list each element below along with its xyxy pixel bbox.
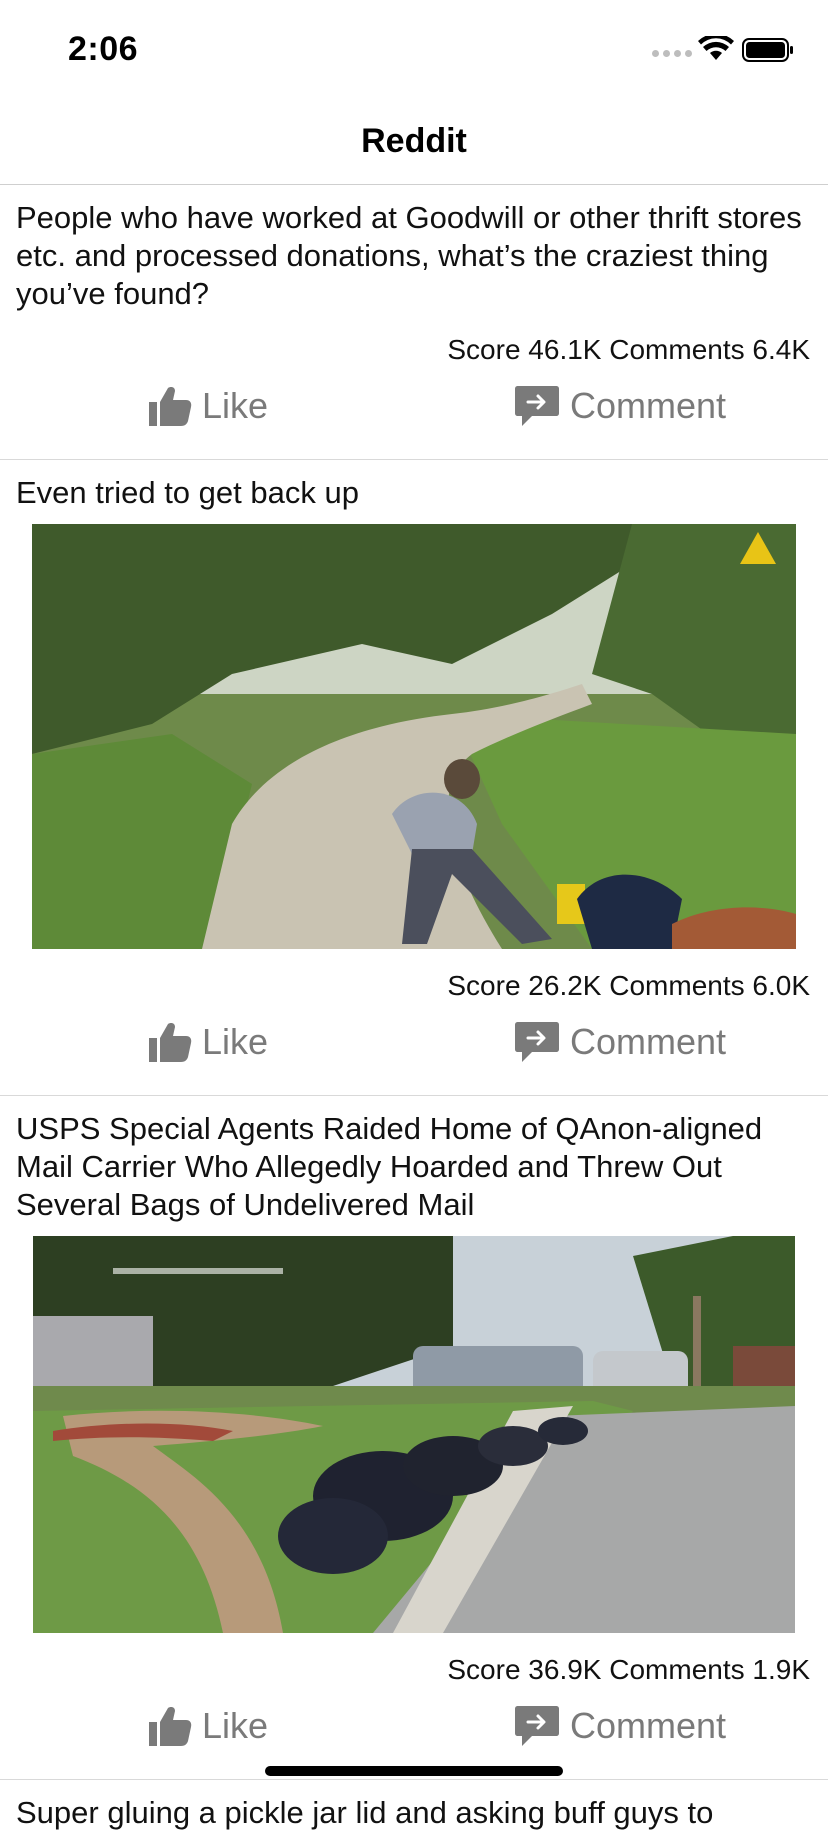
- comment-bubble-icon: [515, 1706, 559, 1746]
- thumbs-up-icon: [149, 387, 192, 426]
- like-button[interactable]: Like: [148, 1021, 268, 1063]
- status-time: 2:06: [68, 30, 139, 68]
- page-title: Reddit: [361, 122, 467, 160]
- post-title[interactable]: Even tried to get back up: [0, 460, 828, 512]
- post-title[interactable]: Super gluing a pickle jar lid and asking…: [0, 1780, 828, 1832]
- person-on-path-image: [32, 524, 796, 949]
- post-card[interactable]: People who have worked at Goodwill or ot…: [0, 185, 828, 460]
- thumbs-up-icon: [149, 1707, 192, 1746]
- like-label: Like: [202, 1021, 269, 1062]
- post-stats: Score 46.1K Comments 6.4K: [447, 334, 810, 365]
- comment-bubble-icon: [515, 1022, 559, 1062]
- like-label: Like: [202, 385, 269, 426]
- post-image[interactable]: [33, 1236, 795, 1633]
- comment-label: Comment: [570, 1705, 727, 1746]
- home-indicator[interactable]: [265, 1766, 563, 1776]
- navigation-bar: Reddit: [0, 100, 828, 185]
- thumbs-up-icon: [149, 1023, 192, 1062]
- post-card[interactable]: USPS Special Agents Raided Home of QAnon…: [0, 1096, 828, 1780]
- battery-icon: [742, 38, 793, 62]
- post-card[interactable]: Even tried to get back up Score 26.2K Co…: [0, 460, 828, 1096]
- comment-button[interactable]: Comment: [514, 1021, 726, 1063]
- post-image[interactable]: [32, 524, 796, 949]
- comment-button[interactable]: Comment: [514, 385, 726, 427]
- post-actions: Like Comment: [0, 367, 828, 459]
- comment-bubble-icon: [515, 386, 559, 426]
- trash-bags-street-image: [33, 1236, 795, 1633]
- post-feed[interactable]: People who have worked at Goodwill or ot…: [0, 185, 828, 1832]
- post-title[interactable]: People who have worked at Goodwill or ot…: [0, 185, 828, 313]
- post-stats: Score 36.9K Comments 1.9K: [447, 1654, 810, 1685]
- post-actions: Like Comment: [0, 1003, 828, 1095]
- like-button[interactable]: Like: [148, 1705, 268, 1747]
- post-title[interactable]: USPS Special Agents Raided Home of QAnon…: [0, 1096, 828, 1224]
- comment-label: Comment: [570, 385, 727, 426]
- wifi-icon: [698, 36, 734, 60]
- status-bar: 2:06: [0, 0, 828, 100]
- post-stats: Score 26.2K Comments 6.0K: [447, 970, 810, 1001]
- like-label: Like: [202, 1705, 269, 1746]
- post-card[interactable]: Super gluing a pickle jar lid and asking…: [0, 1780, 828, 1832]
- like-button[interactable]: Like: [148, 385, 268, 427]
- cellular-signal-icon: [652, 50, 692, 57]
- comment-label: Comment: [570, 1021, 727, 1062]
- comment-button[interactable]: Comment: [514, 1705, 726, 1747]
